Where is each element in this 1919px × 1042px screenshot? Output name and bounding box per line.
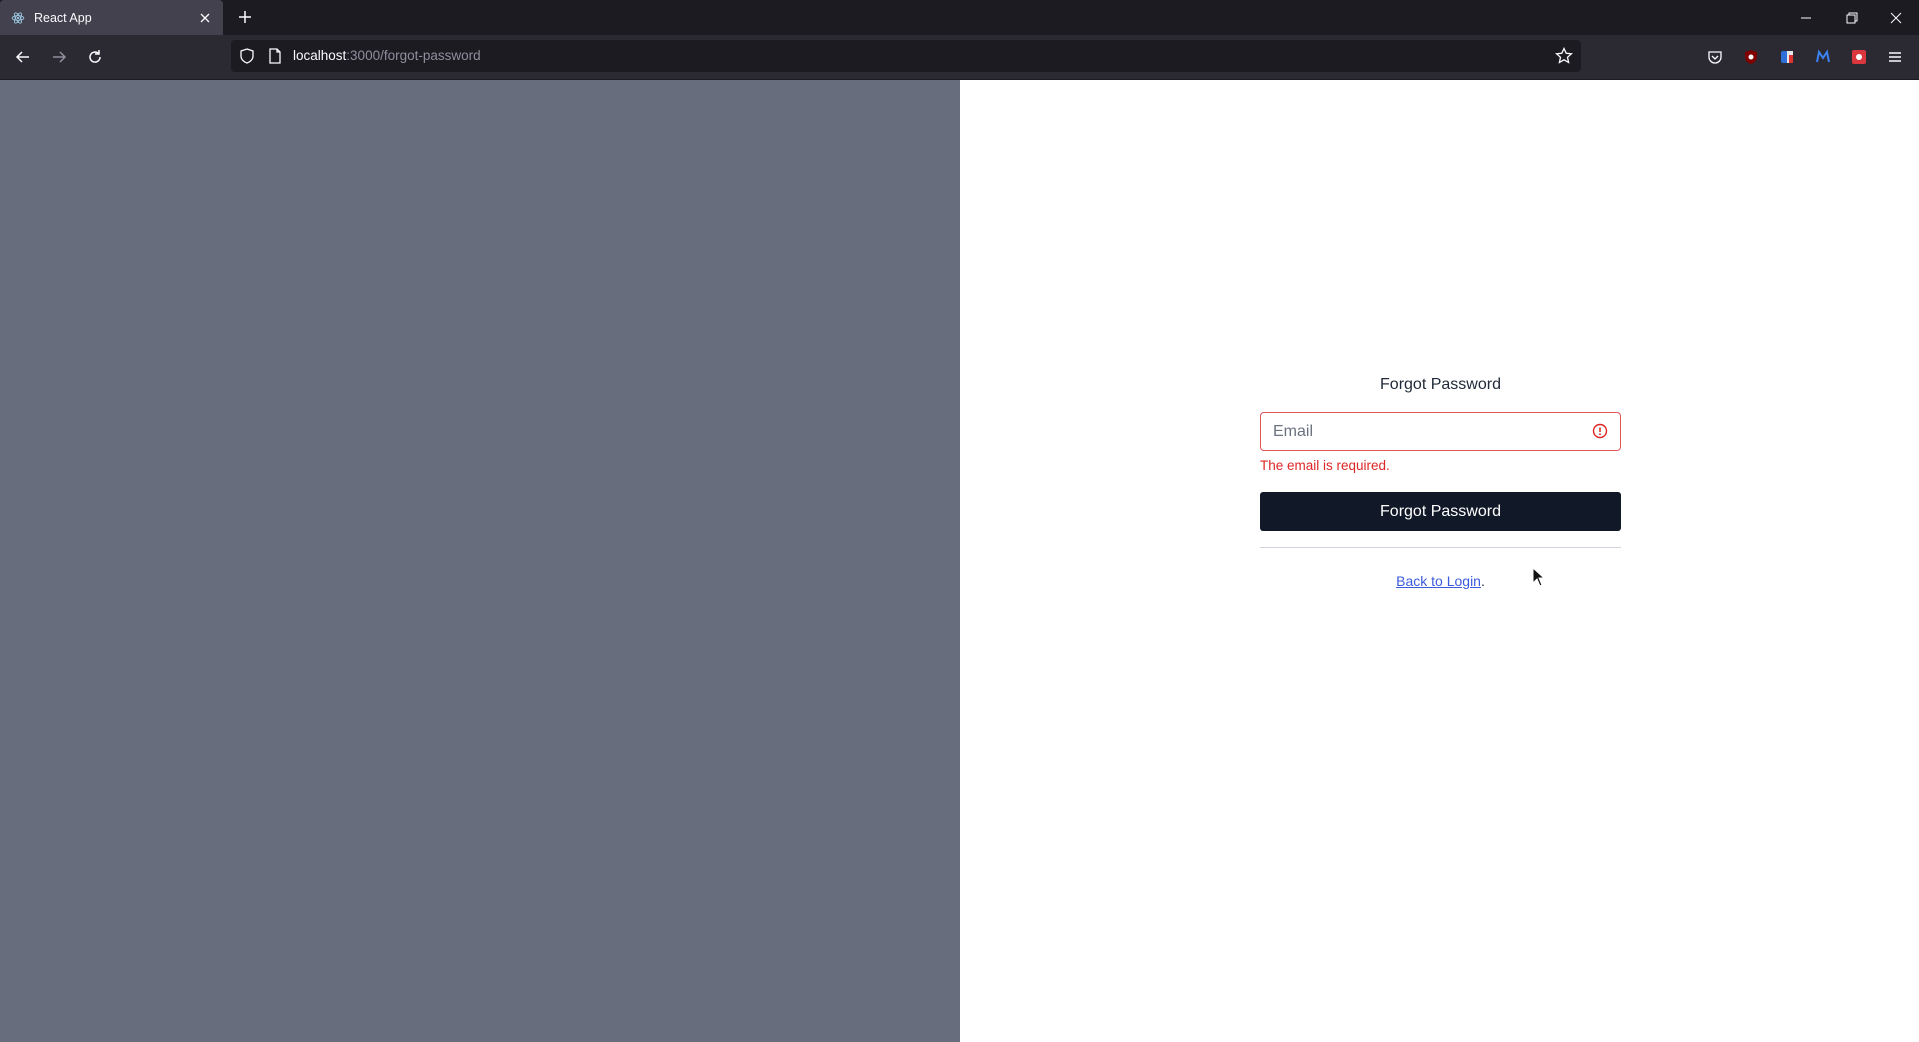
page-info-icon[interactable] <box>267 48 283 64</box>
url-bar[interactable]: localhost:3000/forgot-password <box>231 40 1581 72</box>
extension-red-icon[interactable] <box>1849 47 1869 67</box>
email-input[interactable] <box>1261 413 1581 450</box>
url-host: localhost <box>293 48 347 63</box>
react-favicon-icon <box>10 10 26 26</box>
shield-icon[interactable] <box>239 48 255 64</box>
extension-blue-icon[interactable] <box>1777 47 1797 67</box>
email-field-wrapper[interactable] <box>1260 412 1621 451</box>
url-text[interactable]: localhost:3000/forgot-password <box>293 48 481 63</box>
form-title: Forgot Password <box>1380 376 1501 393</box>
extension-m-icon[interactable] <box>1813 47 1833 67</box>
mouse-cursor-icon <box>1532 567 1546 587</box>
forward-arrow-icon[interactable] <box>44 42 74 72</box>
browser-nav-bar: localhost:3000/forgot-password <box>0 35 1919 79</box>
restore-icon[interactable] <box>1829 0 1875 35</box>
forgot-password-button[interactable]: Forgot Password <box>1260 492 1621 531</box>
bookmark-star-icon[interactable] <box>1555 47 1573 65</box>
back-arrow-icon[interactable] <box>8 42 38 72</box>
hamburger-menu-icon[interactable] <box>1885 47 1905 67</box>
page-viewport <box>0 80 1919 1042</box>
tab-title: React App <box>34 10 92 25</box>
tab-close-icon[interactable] <box>193 6 217 30</box>
browser-tab-active[interactable]: React App <box>0 0 223 35</box>
left-decorative-panel <box>0 80 960 1042</box>
back-to-login-link[interactable]: Back to Login <box>1396 573 1481 589</box>
error-alert-icon <box>1592 423 1608 439</box>
divider <box>1260 547 1621 548</box>
back-link-suffix: . <box>1480 573 1485 589</box>
new-tab-icon[interactable] <box>233 5 257 29</box>
browser-tab-bar: React App <box>0 0 1919 35</box>
url-path: :3000/forgot-password <box>346 48 481 63</box>
back-link-row: Back to Login. <box>1260 573 1621 589</box>
ublock-origin-icon[interactable] <box>1741 47 1761 67</box>
email-error-message: The email is required. <box>1260 458 1390 473</box>
minimize-icon[interactable] <box>1783 0 1829 35</box>
right-form-panel <box>960 80 1919 1042</box>
reload-icon[interactable] <box>80 42 110 72</box>
close-window-icon[interactable] <box>1873 0 1919 35</box>
pocket-icon[interactable] <box>1705 47 1725 67</box>
